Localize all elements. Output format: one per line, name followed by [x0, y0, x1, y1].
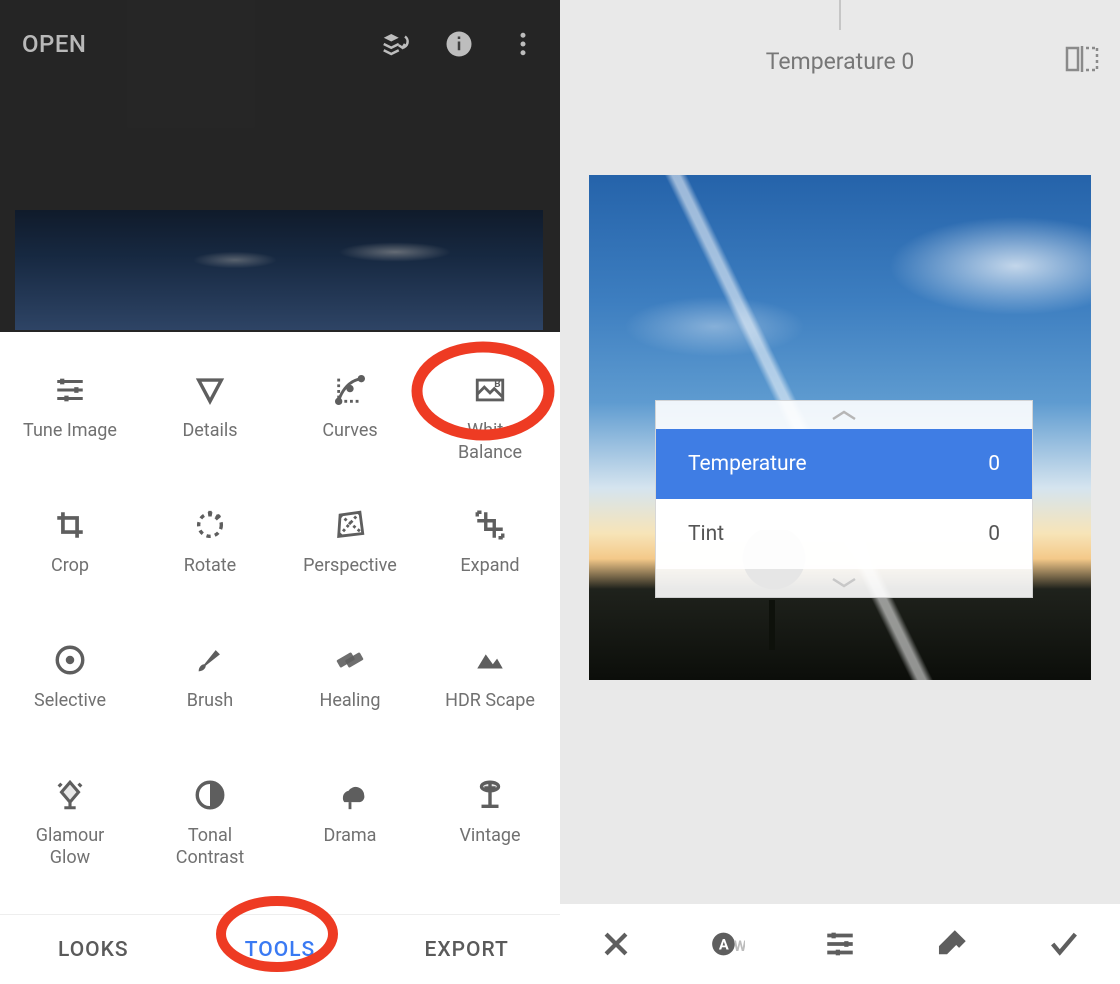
layers-undo-icon[interactable]	[380, 29, 410, 59]
tool-label: GlamourGlow	[36, 825, 105, 868]
vintage-icon	[473, 775, 507, 815]
tool-rotate[interactable]: Rotate	[140, 505, 280, 640]
details-icon	[193, 370, 227, 410]
tab-looks[interactable]: LOOKS	[0, 915, 187, 984]
tools-panel: Tune Image Details Curves B WhiteBalance Crop…	[0, 332, 560, 914]
param-name: Temperature	[688, 452, 807, 476]
glamour-glow-icon	[53, 775, 87, 815]
tool-label: Expand	[460, 555, 519, 577]
tool-brush[interactable]: Brush	[140, 640, 280, 775]
crop-icon	[53, 505, 87, 545]
chevron-down-icon	[656, 569, 1032, 597]
param-value: 0	[988, 522, 1000, 546]
tool-label: Drama	[324, 825, 377, 847]
tab-export[interactable]: EXPORT	[373, 915, 560, 984]
chevron-up-icon	[656, 401, 1032, 429]
tool-label: Selective	[34, 690, 106, 712]
apply-button[interactable]	[1041, 921, 1087, 967]
tool-label: TonalContrast	[176, 825, 245, 868]
tool-white-balance[interactable]: B WhiteBalance	[420, 370, 560, 505]
hdr-scape-icon	[473, 640, 507, 680]
parameter-readout: Temperature 0	[560, 48, 1120, 75]
tool-label: Perspective	[303, 555, 397, 577]
tool-perspective[interactable]: Perspective	[280, 505, 420, 640]
tool-drama[interactable]: Drama	[280, 775, 420, 910]
healing-icon	[333, 640, 367, 680]
tool-vintage[interactable]: Vintage	[420, 775, 560, 910]
param-name: Tint	[688, 522, 724, 546]
tool-details[interactable]: Details	[140, 370, 280, 505]
slider-center-mark	[839, 0, 841, 30]
tune-image-icon	[53, 370, 87, 410]
white-balance-icon: B	[473, 370, 507, 410]
tool-tune-image[interactable]: Tune Image	[0, 370, 140, 505]
tool-curves[interactable]: Curves	[280, 370, 420, 505]
tool-label: Rotate	[184, 555, 236, 577]
curves-icon	[333, 370, 367, 410]
svg-text:A: A	[719, 936, 729, 954]
parameter-menu[interactable]: Temperature 0 Tint 0	[655, 400, 1033, 598]
tool-label: Details	[182, 420, 237, 442]
tool-selective[interactable]: Selective	[0, 640, 140, 775]
tool-hdr-scape[interactable]: HDR Scape	[420, 640, 560, 775]
param-row-tint[interactable]: Tint 0	[656, 499, 1032, 569]
brush-icon	[193, 640, 227, 680]
tool-tonal-contrast[interactable]: TonalContrast	[140, 775, 280, 910]
drama-icon	[333, 775, 367, 815]
tool-crop[interactable]: Crop	[0, 505, 140, 640]
compare-icon[interactable]	[1064, 44, 1100, 78]
tool-label: Crop	[51, 555, 89, 577]
open-button[interactable]: OPEN	[22, 30, 86, 58]
selective-icon	[53, 640, 87, 680]
tool-label: Brush	[187, 690, 233, 712]
tool-expand[interactable]: Expand	[420, 505, 560, 640]
info-icon[interactable]	[444, 29, 474, 59]
tab-tools[interactable]: TOOLS	[187, 915, 374, 984]
tool-label: WhiteBalance	[458, 420, 522, 463]
param-value: 0	[988, 452, 1000, 476]
tool-label: HDR Scape	[445, 690, 535, 712]
tool-healing[interactable]: Healing	[280, 640, 420, 775]
tool-label: Tune Image	[23, 420, 117, 442]
tool-label: Healing	[320, 690, 381, 712]
rotate-icon	[193, 505, 227, 545]
cancel-button[interactable]	[593, 921, 639, 967]
expand-icon	[473, 505, 507, 545]
more-menu-icon[interactable]	[508, 29, 538, 59]
param-row-temperature[interactable]: Temperature 0	[656, 429, 1032, 499]
tool-label: Vintage	[459, 825, 520, 847]
tool-label: Curves	[322, 420, 377, 442]
auto-white-balance-button[interactable]: AW	[705, 921, 751, 967]
tool-glamour-glow[interactable]: GlamourGlow	[0, 775, 140, 910]
tonal-contrast-icon	[193, 775, 227, 815]
eyedropper-icon[interactable]	[929, 921, 975, 967]
svg-text:W: W	[734, 937, 745, 955]
edit-toolbar: AW	[560, 904, 1120, 984]
svg-text:B: B	[494, 379, 500, 390]
adjust-sliders-icon[interactable]	[817, 921, 863, 967]
perspective-icon	[333, 505, 367, 545]
